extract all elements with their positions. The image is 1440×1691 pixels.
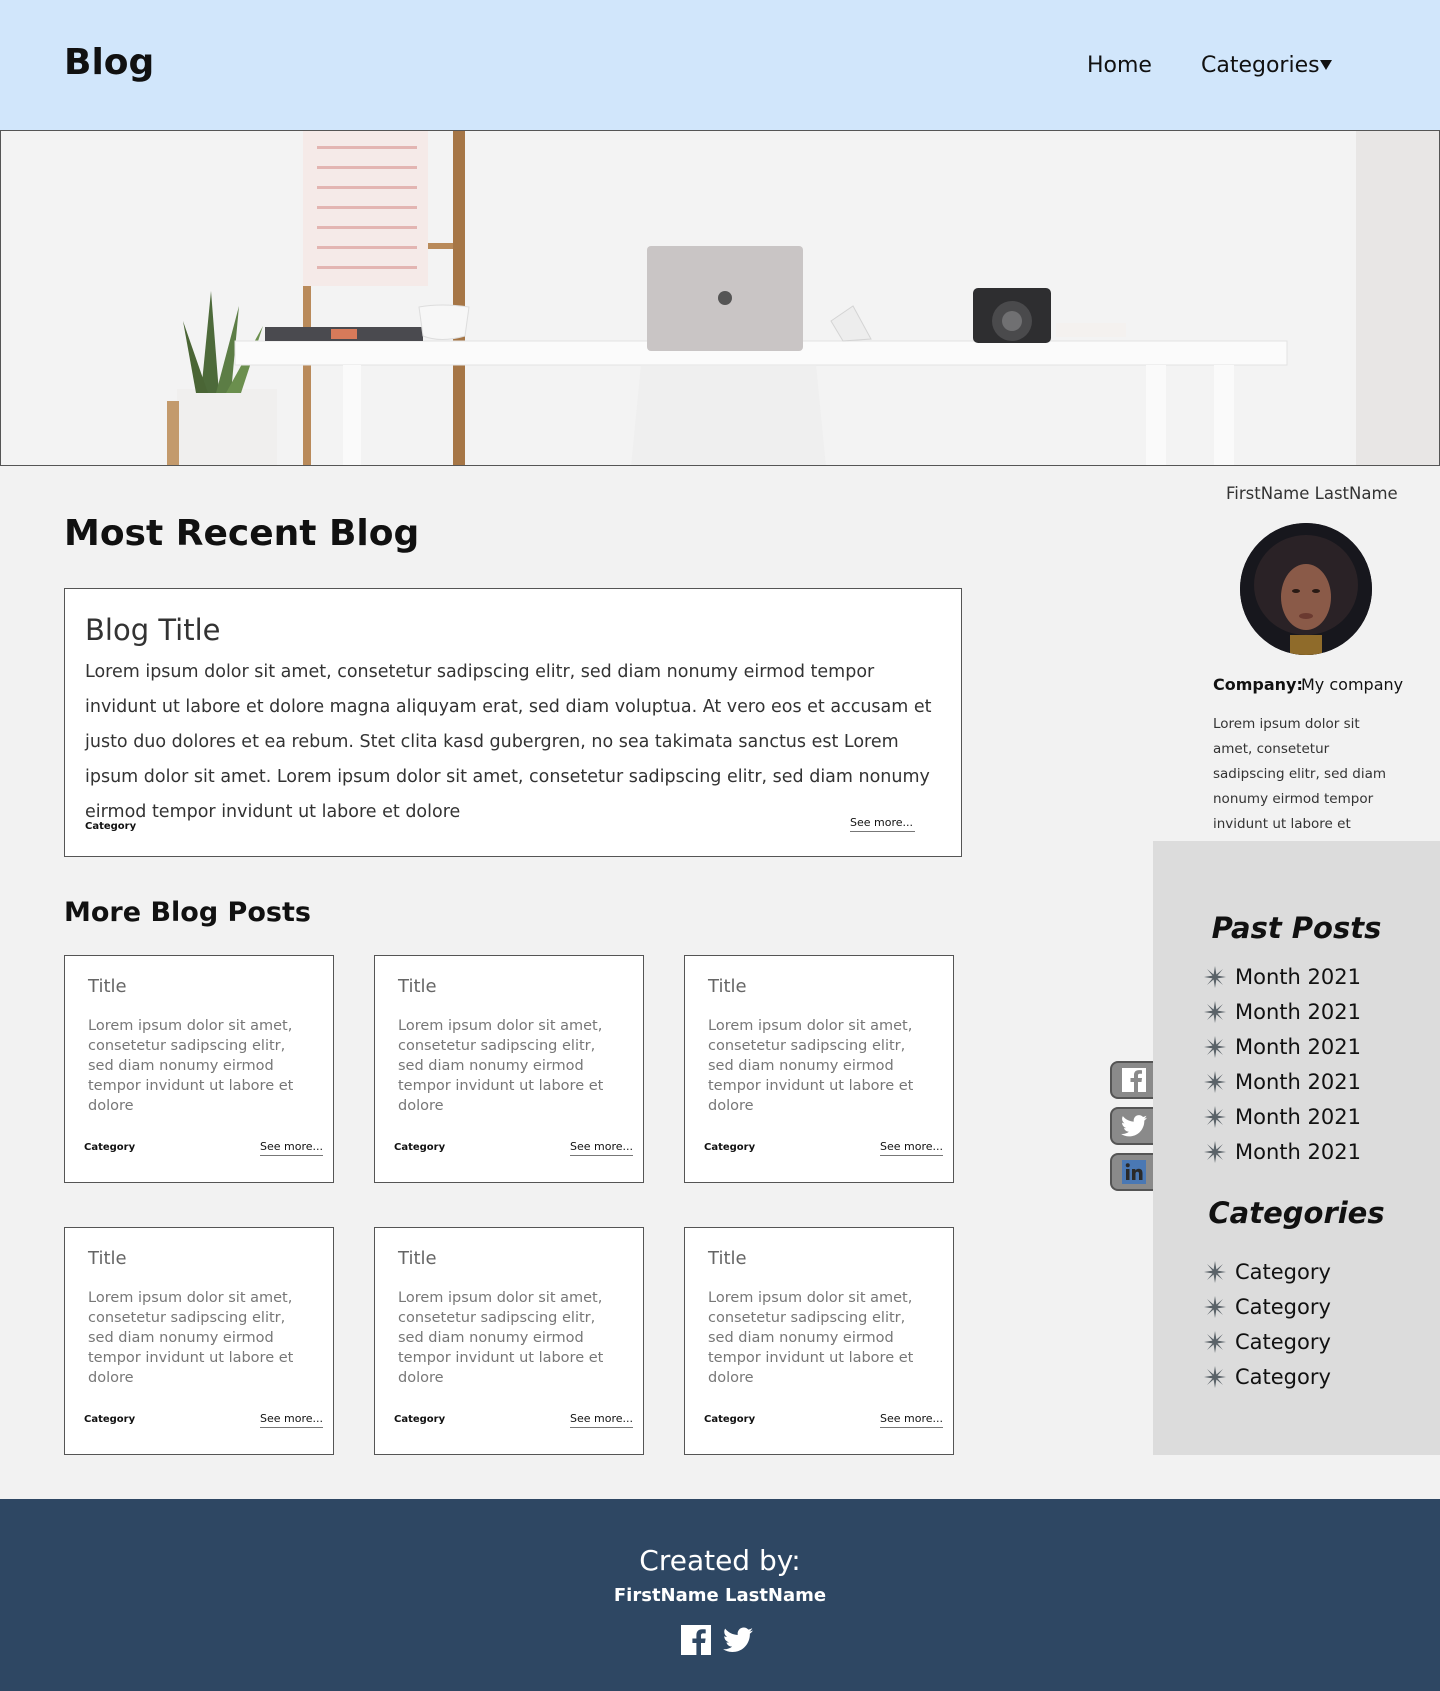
recent-blog-title[interactable]: Blog Title: [85, 613, 220, 647]
post-category[interactable]: Category: [394, 1414, 445, 1425]
past-post-link[interactable]: Month 2021: [1204, 1035, 1361, 1059]
post-card[interactable]: Title Lorem ipsum dolor sit amet, conset…: [64, 955, 334, 1183]
linkedin-icon: [1122, 1160, 1146, 1184]
nav-home-link[interactable]: Home: [1087, 53, 1152, 78]
post-body: Lorem ipsum dolor sit amet, consetetur s…: [708, 1018, 914, 1114]
profile-bio: Lorem ipsum dolor sit amet, consetetur s…: [1213, 716, 1386, 832]
facebook-icon: [1122, 1068, 1146, 1092]
past-post-label: Month 2021: [1235, 965, 1361, 989]
post-title[interactable]: Title: [398, 1248, 437, 1269]
post-body: Lorem ipsum dolor sit amet, consetetur s…: [88, 1290, 294, 1386]
post-title[interactable]: Title: [708, 1248, 747, 1269]
star-icon: [1204, 1261, 1226, 1283]
post-category[interactable]: Category: [704, 1142, 755, 1153]
past-post-label: Month 2021: [1235, 1035, 1361, 1059]
past-post-link[interactable]: Month 2021: [1204, 1140, 1361, 1164]
social-linkedin-button[interactable]: [1110, 1153, 1156, 1191]
twitter-icon: [1121, 1115, 1147, 1137]
post-see-more-link[interactable]: See more...: [880, 1140, 943, 1156]
hero-image: [0, 130, 1440, 466]
recent-blog-body: Lorem ipsum dolor sit amet, consetetur s…: [85, 662, 932, 822]
post-title[interactable]: Title: [88, 976, 127, 997]
category-link[interactable]: Category: [1204, 1365, 1331, 1389]
category-label: Category: [1235, 1365, 1331, 1389]
recent-blog-see-more-link[interactable]: See more...: [850, 816, 915, 832]
footer-author-name: FirstName LastName: [613, 1585, 827, 1606]
post-category[interactable]: Category: [704, 1414, 755, 1425]
post-see-more-link[interactable]: See more...: [570, 1412, 633, 1428]
past-post-label: Month 2021: [1235, 1070, 1361, 1094]
categories-heading: Categories: [1208, 1196, 1385, 1230]
footer-created-by: Created by:: [639, 1544, 801, 1577]
post-body: Lorem ipsum dolor sit amet, consetetur s…: [708, 1290, 914, 1386]
past-post-link[interactable]: Month 2021: [1204, 1105, 1361, 1129]
post-card[interactable]: Title Lorem ipsum dolor sit amet, conset…: [374, 1227, 644, 1455]
facebook-icon[interactable]: [681, 1625, 711, 1655]
post-see-more-link[interactable]: See more...: [260, 1412, 323, 1428]
category-label: Category: [1235, 1295, 1331, 1319]
avatar: [1240, 523, 1372, 655]
social-twitter-button[interactable]: [1110, 1107, 1156, 1145]
post-see-more-link[interactable]: See more...: [880, 1412, 943, 1428]
company-value: My company: [1301, 675, 1404, 694]
recent-blog-category[interactable]: Category: [85, 821, 136, 832]
post-see-more-link[interactable]: See more...: [260, 1140, 323, 1156]
past-post-link[interactable]: Month 2021: [1204, 1070, 1361, 1094]
sidebar: Past Posts Month 2021 Month 2021 Month 2…: [1153, 841, 1440, 1455]
social-facebook-button[interactable]: [1110, 1061, 1156, 1099]
twitter-icon[interactable]: [723, 1625, 753, 1655]
past-post-label: Month 2021: [1235, 1140, 1361, 1164]
category-link[interactable]: Category: [1204, 1330, 1331, 1354]
star-icon: [1204, 1106, 1226, 1128]
post-category[interactable]: Category: [394, 1142, 445, 1153]
star-icon: [1204, 1036, 1226, 1058]
past-posts-heading: Past Posts: [1211, 911, 1382, 945]
company-label: Company:: [1213, 675, 1303, 694]
post-body: Lorem ipsum dolor sit amet, consetetur s…: [398, 1018, 604, 1114]
site-header: Blog Home Categories: [0, 0, 1440, 130]
star-icon: [1204, 966, 1226, 988]
star-icon: [1204, 1331, 1226, 1353]
category-label: Category: [1235, 1260, 1331, 1284]
post-body: Lorem ipsum dolor sit amet, consetetur s…: [398, 1290, 604, 1386]
recent-blog-card[interactable]: Blog Title Lorem ipsum dolor sit amet, c…: [64, 588, 962, 857]
category-link[interactable]: Category: [1204, 1260, 1331, 1284]
past-post-label: Month 2021: [1235, 1105, 1361, 1129]
post-card[interactable]: Title Lorem ipsum dolor sit amet, conset…: [374, 955, 644, 1183]
star-icon: [1204, 1001, 1226, 1023]
star-icon: [1204, 1296, 1226, 1318]
most-recent-heading: Most Recent Blog: [64, 513, 420, 554]
post-category[interactable]: Category: [84, 1142, 135, 1153]
caret-down-icon[interactable]: [1320, 60, 1332, 70]
past-post-link[interactable]: Month 2021: [1204, 1000, 1361, 1024]
past-post-label: Month 2021: [1235, 1000, 1361, 1024]
more-posts-heading: More Blog Posts: [64, 897, 311, 928]
profile-name: FirstName LastName: [1226, 484, 1398, 503]
post-card[interactable]: Title Lorem ipsum dolor sit amet, conset…: [684, 955, 954, 1183]
category-link[interactable]: Category: [1204, 1295, 1331, 1319]
star-icon: [1204, 1366, 1226, 1388]
post-see-more-link[interactable]: See more...: [570, 1140, 633, 1156]
post-body: Lorem ipsum dolor sit amet, consetetur s…: [88, 1018, 294, 1114]
post-title[interactable]: Title: [398, 976, 437, 997]
post-title[interactable]: Title: [88, 1248, 127, 1269]
nav-categories-link[interactable]: Categories: [1201, 53, 1320, 78]
star-icon: [1204, 1071, 1226, 1093]
site-logo[interactable]: Blog: [64, 42, 154, 83]
past-post-link[interactable]: Month 2021: [1204, 965, 1361, 989]
post-card[interactable]: Title Lorem ipsum dolor sit amet, conset…: [64, 1227, 334, 1455]
post-title[interactable]: Title: [708, 976, 747, 997]
post-category[interactable]: Category: [84, 1414, 135, 1425]
post-card[interactable]: Title Lorem ipsum dolor sit amet, conset…: [684, 1227, 954, 1455]
category-label: Category: [1235, 1330, 1331, 1354]
star-icon: [1204, 1141, 1226, 1163]
site-footer: Created by: FirstName LastName: [0, 1499, 1440, 1691]
